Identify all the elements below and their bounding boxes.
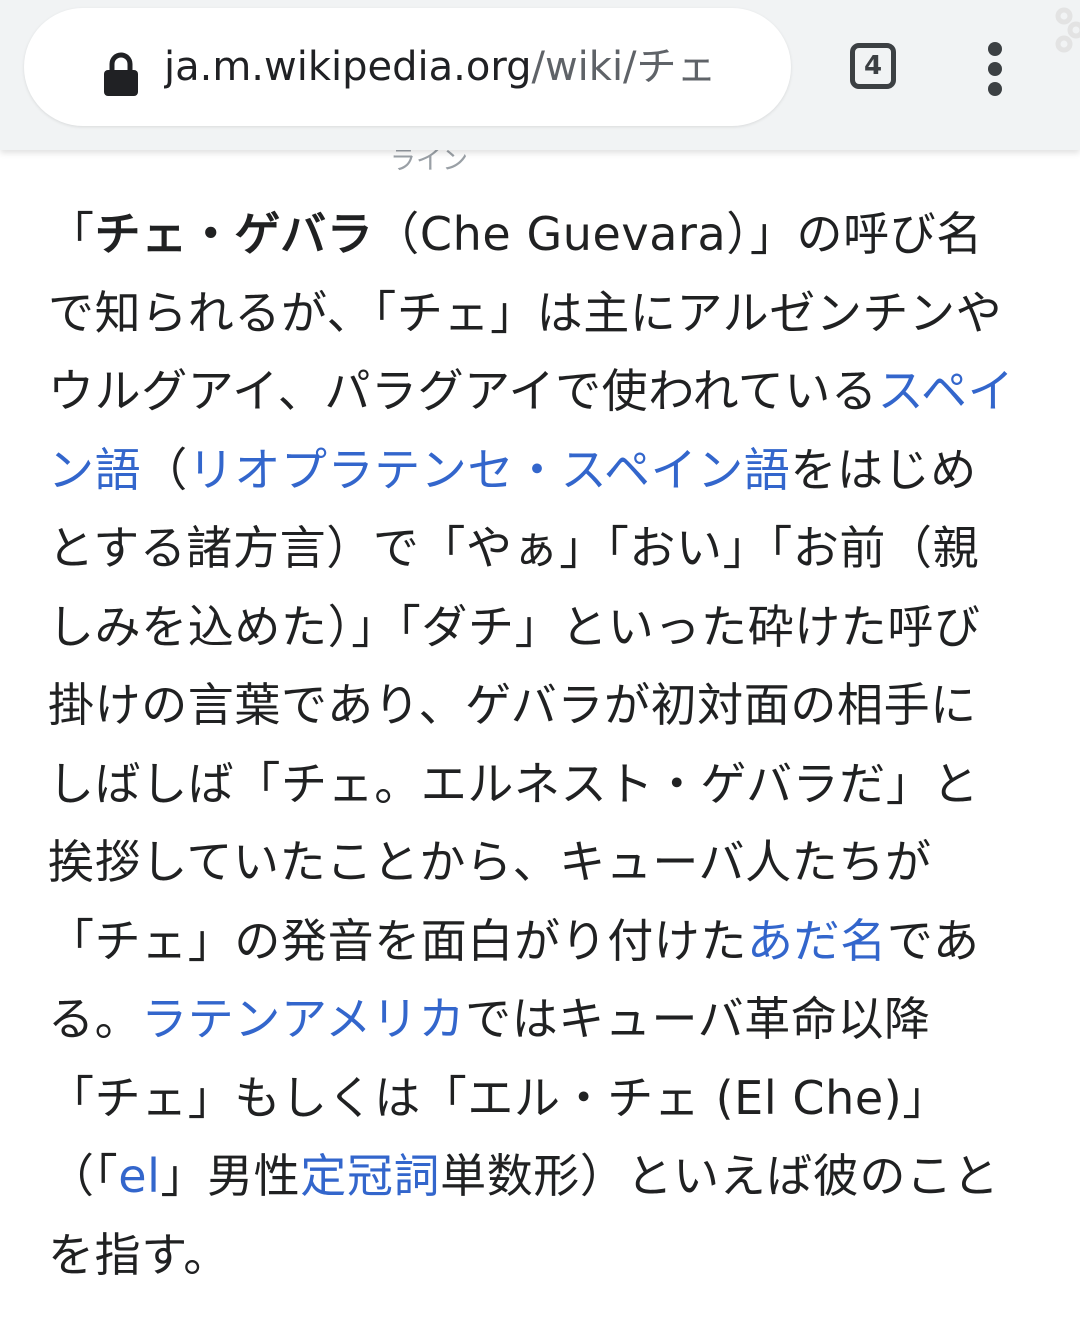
browser-toolbar: ja.m.wikipedia.org/wiki/チェ 4 (0, 0, 1080, 150)
article-link[interactable]: el (118, 1149, 160, 1203)
url-text[interactable]: ja.m.wikipedia.org/wiki/チェ (164, 8, 771, 126)
article-paragraph: 「チェ・ゲバラ（Che Guevara）」の呼び名で知られるが、「チェ」は主にア… (48, 195, 1018, 1294)
tab-switcher-icon[interactable]: 4 (850, 43, 896, 89)
article-link[interactable]: あだ名 (747, 914, 887, 968)
article-text: をはじめとする諸方言）で「やぁ」「おい」「お前（親しみを込めた）」「ダチ」といっ… (48, 442, 981, 968)
article-body: 「チェ・ゲバラ（Che Guevara）」の呼び名で知られるが、「チェ」は主にア… (48, 195, 1018, 1294)
more-options-icon[interactable] (982, 42, 1008, 96)
tab-count: 4 (863, 51, 883, 81)
article-text: （ (141, 442, 188, 497)
corner-watermark-icon (1055, 7, 1080, 53)
address-bar[interactable]: ja.m.wikipedia.org/wiki/チェ (24, 8, 791, 126)
url-path: /wiki/チェ (531, 44, 717, 90)
lock-icon (104, 52, 138, 96)
article-bold-term: チェ・ゲバラ (94, 207, 374, 261)
article-link[interactable]: リオプラテンセ・スペイン語 (188, 443, 791, 497)
article-link[interactable]: 定冠詞 (300, 1149, 440, 1203)
url-domain: ja.m.wikipedia.org (164, 44, 532, 90)
article-text: 「 (48, 207, 95, 261)
article-text: 」男性 (160, 1149, 301, 1203)
article-link[interactable]: ラテンアメリカ (141, 992, 465, 1046)
